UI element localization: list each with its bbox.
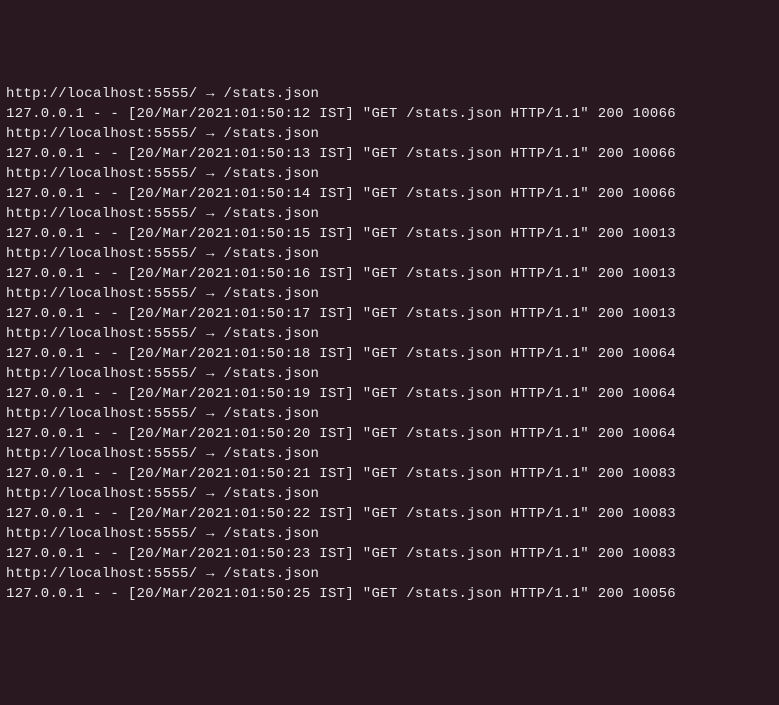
access-log-line: 127.0.0.1 - - [20/Mar/2021:01:50:25 IST]… xyxy=(6,584,773,604)
terminal-output: http://localhost:5555/ → /stats.json127.… xyxy=(6,84,773,604)
access-log-line: 127.0.0.1 - - [20/Mar/2021:01:50:20 IST]… xyxy=(6,424,773,444)
access-log-line: 127.0.0.1 - - [20/Mar/2021:01:50:19 IST]… xyxy=(6,384,773,404)
redirect-log-line: http://localhost:5555/ → /stats.json xyxy=(6,284,773,304)
access-log-line: 127.0.0.1 - - [20/Mar/2021:01:50:23 IST]… xyxy=(6,544,773,564)
redirect-log-line: http://localhost:5555/ → /stats.json xyxy=(6,164,773,184)
access-log-line: 127.0.0.1 - - [20/Mar/2021:01:50:14 IST]… xyxy=(6,184,773,204)
redirect-log-line: http://localhost:5555/ → /stats.json xyxy=(6,564,773,584)
redirect-log-line: http://localhost:5555/ → /stats.json xyxy=(6,324,773,344)
access-log-line: 127.0.0.1 - - [20/Mar/2021:01:50:21 IST]… xyxy=(6,464,773,484)
redirect-log-line: http://localhost:5555/ → /stats.json xyxy=(6,524,773,544)
access-log-line: 127.0.0.1 - - [20/Mar/2021:01:50:16 IST]… xyxy=(6,264,773,284)
redirect-log-line: http://localhost:5555/ → /stats.json xyxy=(6,124,773,144)
access-log-line: 127.0.0.1 - - [20/Mar/2021:01:50:12 IST]… xyxy=(6,104,773,124)
redirect-log-line: http://localhost:5555/ → /stats.json xyxy=(6,204,773,224)
redirect-log-line: http://localhost:5555/ → /stats.json xyxy=(6,364,773,384)
redirect-log-line: http://localhost:5555/ → /stats.json xyxy=(6,84,773,104)
redirect-log-line: http://localhost:5555/ → /stats.json xyxy=(6,404,773,424)
redirect-log-line: http://localhost:5555/ → /stats.json xyxy=(6,484,773,504)
redirect-log-line: http://localhost:5555/ → /stats.json xyxy=(6,244,773,264)
access-log-line: 127.0.0.1 - - [20/Mar/2021:01:50:18 IST]… xyxy=(6,344,773,364)
access-log-line: 127.0.0.1 - - [20/Mar/2021:01:50:13 IST]… xyxy=(6,144,773,164)
access-log-line: 127.0.0.1 - - [20/Mar/2021:01:50:22 IST]… xyxy=(6,504,773,524)
redirect-log-line: http://localhost:5555/ → /stats.json xyxy=(6,444,773,464)
access-log-line: 127.0.0.1 - - [20/Mar/2021:01:50:15 IST]… xyxy=(6,224,773,244)
access-log-line: 127.0.0.1 - - [20/Mar/2021:01:50:17 IST]… xyxy=(6,304,773,324)
